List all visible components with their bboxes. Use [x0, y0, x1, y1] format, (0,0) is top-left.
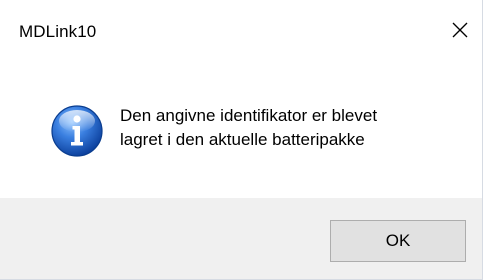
ok-button[interactable]: OK — [330, 220, 466, 262]
close-icon — [452, 22, 468, 38]
dialog-message: Den angivne identifikator er blevet lagr… — [120, 104, 460, 152]
message-line-1: Den angivne identifikator er blevet — [120, 106, 378, 125]
button-bar: OK — [0, 198, 482, 279]
dialog-content: Den angivne identifikator er blevet lagr… — [0, 66, 482, 198]
title-bar: MDLink10 — [0, 0, 482, 66]
close-button[interactable] — [440, 10, 480, 50]
info-icon — [51, 105, 103, 157]
message-line-2: lagret i den aktuelle batteripakke — [120, 130, 365, 149]
message-dialog: MDLink10 Den angivne identifikator er bl… — [0, 0, 483, 280]
window-title: MDLink10 — [19, 22, 97, 41]
